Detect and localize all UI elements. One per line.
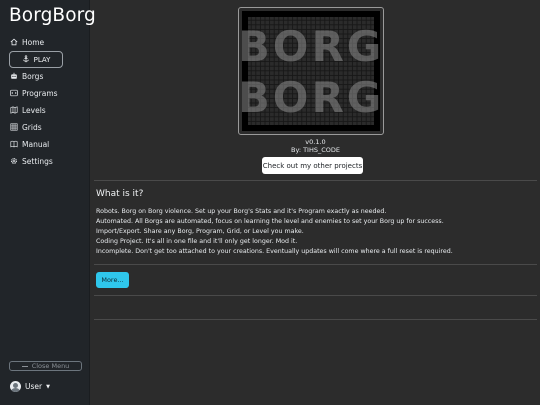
description-line: Automated. All Borgs are automated, focu…: [96, 218, 444, 225]
divider: [94, 264, 537, 265]
sidebar-item-label: Manual: [22, 139, 50, 149]
avatar: [10, 381, 21, 392]
anchor-icon: [22, 54, 30, 65]
sidebar-item-label: Settings: [22, 156, 53, 166]
section-title: What is it?: [96, 189, 144, 199]
divider: [94, 319, 537, 320]
description-line: Import/Export. Share any Borg, Program, …: [96, 228, 304, 235]
grid-icon: [9, 123, 18, 132]
close-menu-label: Close Menu: [31, 362, 70, 370]
sidebar-item-label: Home: [22, 37, 45, 47]
code-icon: [9, 89, 18, 98]
main-content: BORG BORG v0.1.0 By: TIHS_CODE Check out…: [91, 0, 540, 405]
more-button[interactable]: More...: [96, 272, 129, 288]
version-text: v0.1.0: [305, 138, 326, 146]
brand-title[interactable]: BorgBorg: [9, 5, 96, 26]
description-line: Coding Project. It's all in one file and…: [96, 238, 298, 245]
logo-text-bottom: BORG: [242, 73, 380, 122]
play-button[interactable]: PLAY: [9, 51, 63, 68]
play-label: PLAY: [33, 55, 51, 64]
user-label: User: [25, 382, 43, 391]
home-icon: [9, 38, 18, 47]
book-icon: [9, 140, 18, 149]
sidebar-item-label: Programs: [22, 88, 58, 98]
sidebar-item-borgs[interactable]: Borgs: [9, 69, 43, 83]
sidebar-item-label: Levels: [22, 105, 46, 115]
sidebar-item-label: Grids: [22, 122, 42, 132]
description-line: Incomplete. Don't get too attached to yo…: [96, 248, 453, 255]
description-line: Robots. Borg on Borg violence. Set up yo…: [96, 208, 387, 215]
divider: [94, 180, 537, 181]
logo-art: BORG BORG: [238, 17, 381, 125]
divider: [94, 295, 537, 296]
map-icon: [9, 106, 18, 115]
sidebar-item-programs[interactable]: Programs: [9, 86, 58, 100]
logo-canvas: BORG BORG: [238, 11, 381, 131]
robot-icon: [9, 72, 18, 81]
gear-icon: [9, 157, 18, 166]
minus-icon: [21, 365, 28, 367]
sidebar: BorgBorg Home PLAY Borgs Programs Levels: [0, 0, 96, 405]
sidebar-item-manual[interactable]: Manual: [9, 137, 49, 151]
sidebar-item-settings[interactable]: Settings: [9, 154, 53, 168]
logo-text-top: BORG: [242, 22, 380, 71]
sidebar-item-label: Borgs: [22, 71, 44, 81]
other-projects-button[interactable]: Check out my other projects: [262, 157, 363, 174]
close-menu-button[interactable]: Close Menu: [9, 361, 82, 371]
game-logo: BORG BORG: [238, 7, 384, 135]
caret-down-icon: ▼: [46, 383, 50, 390]
sidebar-item-home[interactable]: Home: [9, 35, 44, 49]
sidebar-item-grids[interactable]: Grids: [9, 120, 42, 134]
byline-text: By: TIHS_CODE: [290, 146, 340, 154]
user-menu[interactable]: User ▼: [10, 381, 50, 392]
sidebar-item-levels[interactable]: Levels: [9, 103, 46, 117]
